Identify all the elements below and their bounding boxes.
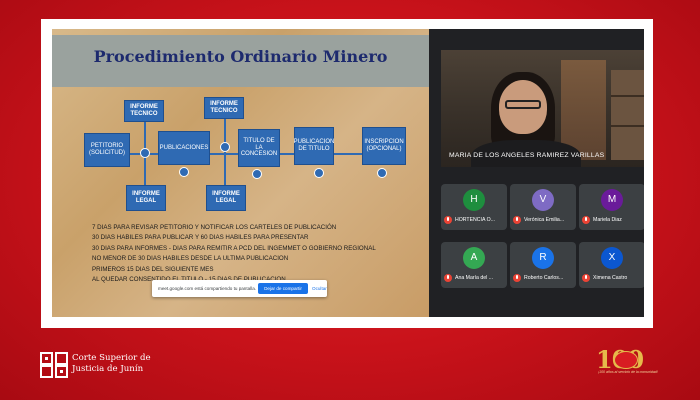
box-informe-tecnico-1: INFORME TECNICO: [124, 100, 164, 122]
box-informe-legal-2: INFORME LEGAL: [206, 185, 246, 211]
background-shelf: [611, 70, 644, 160]
mic-off-icon: [513, 216, 521, 224]
shelf-divider: [611, 95, 644, 97]
mic-off-icon: [513, 274, 521, 282]
presentation-slide: Procedimiento Ordinario Minero PETITORIO…: [52, 29, 429, 317]
participant-name: Verónica Emilia...: [524, 217, 565, 223]
slide-title: Procedimiento Ordinario Minero: [93, 47, 388, 66]
box-informe-legal-1: INFORME LEGAL: [126, 185, 166, 211]
shelf-divider: [611, 125, 644, 127]
box-publicacion-titulo: PUBLICACION DE TITULO: [294, 127, 334, 165]
box-publicaciones: PUBLICACIONES: [158, 131, 210, 165]
flow-node: [220, 142, 230, 152]
participant-avatar: R: [532, 247, 554, 269]
court-name-line: Justicia de Junín: [72, 364, 144, 374]
participant-name: HORTENCIA O...: [455, 217, 495, 223]
flow-node: [252, 169, 262, 179]
box-titulo-concesion: TITULO DE LA CONCESION: [238, 129, 280, 167]
participant-name: Ximena Castro: [593, 275, 628, 281]
participant-avatar: H: [463, 189, 485, 211]
box-inscripcion: INSCRIPCION (OPCIONAL): [362, 127, 406, 165]
slide-note-line: 7 DIAS PARA REVISAR PETITORIO Y NOTIFICA…: [92, 224, 337, 231]
box-petitorio: PETITORIO (SOLICITUD): [84, 133, 130, 167]
meet-window: Procedimiento Ordinario Minero PETITORIO…: [52, 29, 644, 317]
slide-note-line: NO MENOR DE 30 DIAS HABILES DESDE LA ULT…: [92, 255, 289, 263]
hide-button[interactable]: Ocultar: [312, 286, 327, 291]
participants-grid: H HORTENCIA O... V Verónica Emilia... M …: [441, 184, 644, 317]
stop-sharing-button[interactable]: Dejar de compartir: [258, 283, 308, 294]
slide-notes: 7 DIAS PARA REVISAR PETITORIO Y NOTIFICA…: [92, 223, 422, 285]
participant-name: Ana María del ...: [455, 275, 494, 281]
court-name: Corte Superior de Justicia de Junín: [72, 353, 151, 375]
participant-tile[interactable]: X Ximena Castro: [579, 242, 644, 288]
slide-note-line: 30 DIAS PARA INFORMES - DIAS PARA REMITI…: [92, 244, 376, 252]
screen-share-bar: meet.google.com está compartiendo tu pan…: [152, 280, 327, 297]
anniversary-tagline: ¡100 años al servicio de la comunidad!: [598, 370, 658, 374]
court-name-line: Corte Superior de: [72, 353, 151, 363]
participant-tile[interactable]: H HORTENCIA O...: [441, 184, 507, 230]
participant-tile[interactable]: V Verónica Emilia...: [510, 184, 576, 230]
court-logo-icon: [40, 352, 68, 378]
speaker-tile[interactable]: MARIA DE LOS ANGELES RAMIREZ VARILLAS: [441, 50, 644, 167]
participant-avatar: X: [601, 247, 623, 269]
participant-avatar: V: [532, 189, 554, 211]
participant-avatar: A: [463, 247, 485, 269]
slide-note-line: 30 DIAS HABILES PARA PUBLICAR Y 60 DIAS …: [92, 234, 309, 242]
mic-off-icon: [582, 216, 590, 224]
seal-icon: [614, 351, 638, 369]
anniversary-logo: 100 ¡100 años al servicio de la comunida…: [596, 345, 658, 381]
participant-tile[interactable]: M Mariela Diaz: [579, 184, 644, 230]
mic-off-icon: [582, 274, 590, 282]
mic-off-icon: [444, 216, 452, 224]
participant-name: Mariela Diaz: [593, 217, 622, 223]
participant-name: Roberto Carlos...: [524, 275, 564, 281]
box-informe-tecnico-2: INFORME TECNICO: [204, 97, 244, 119]
speaker-name: MARIA DE LOS ANGELES RAMIREZ VARILLAS: [449, 152, 605, 159]
participant-tile[interactable]: A Ana María del ...: [441, 242, 507, 288]
flow-node: [179, 167, 189, 177]
slide-note-line: PRIMEROS 15 DIAS DEL SIGUIENTE MES: [92, 265, 214, 273]
mic-off-icon: [444, 274, 452, 282]
participant-avatar: M: [601, 189, 623, 211]
flow-node: [314, 168, 324, 178]
share-message: meet.google.com está compartiendo tu pan…: [158, 286, 257, 291]
speaker-glasses: [505, 100, 541, 109]
flow-node: [140, 148, 150, 158]
participant-tile[interactable]: R Roberto Carlos...: [510, 242, 576, 288]
flow-node: [377, 168, 387, 178]
